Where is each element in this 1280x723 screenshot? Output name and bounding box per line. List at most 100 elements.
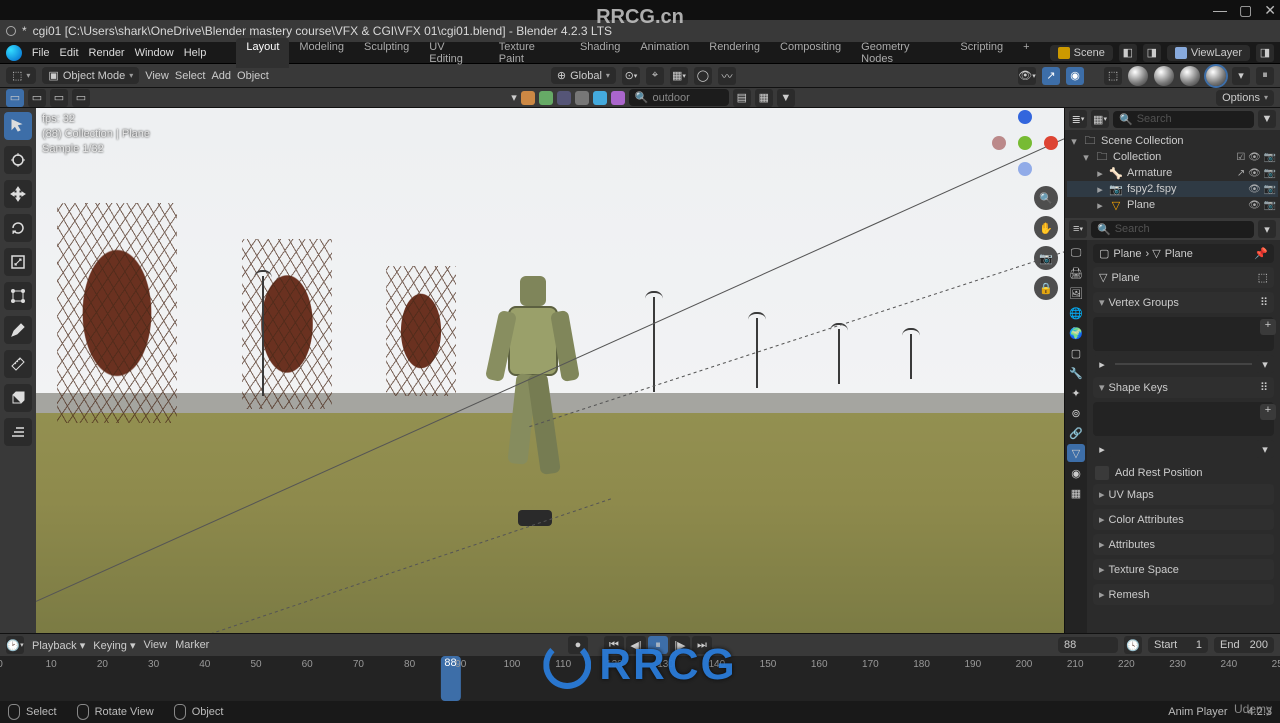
shape-keys-list[interactable]: + (1093, 402, 1274, 436)
orientation-selector[interactable]: ⊕ Global▾ (551, 67, 616, 84)
prop-tab-data[interactable]: ▽ (1067, 444, 1085, 462)
menu-help[interactable]: Help (184, 47, 207, 59)
timeline-playback-menu[interactable]: Playback ▾ (32, 639, 85, 652)
prop-tab-particles[interactable]: ✦ (1067, 384, 1085, 402)
tab-scripting[interactable]: Scripting (950, 38, 1013, 68)
menu-render[interactable]: Render (89, 47, 125, 59)
tool-add-cube[interactable] (4, 384, 32, 412)
viewlayer-new-button[interactable]: ◨ (1256, 44, 1274, 62)
outliner-filter[interactable]: ▼ (1258, 110, 1276, 128)
outliner-item-armature[interactable]: ▸🦴Armature ↗ 👁 📷 (1067, 165, 1278, 181)
prop-tab-material[interactable]: ◉ (1067, 464, 1085, 482)
overlay-toggle[interactable]: ◉ (1066, 67, 1084, 85)
timeline-type-selector[interactable]: 🕑▾ (6, 636, 24, 654)
timeline-keying-menu[interactable]: Keying ▾ (93, 639, 135, 652)
select-mode-2[interactable]: ▭ (28, 89, 46, 107)
minimize-icon[interactable]: — (1213, 2, 1227, 18)
app-close-dot[interactable] (6, 26, 16, 36)
gizmo-toggle[interactable]: ↗ (1042, 67, 1060, 85)
prop-tab-physics[interactable]: ⊚ (1067, 404, 1085, 422)
shading-wire[interactable] (1128, 66, 1148, 86)
data-name-field[interactable]: ▽ Plane⬚ (1093, 267, 1274, 288)
viewlayer-selector[interactable]: ViewLayer (1167, 45, 1250, 61)
tab-sculpting[interactable]: Sculpting (354, 38, 419, 68)
section-shape-keys[interactable]: ▾Shape Keys⠿ (1093, 377, 1274, 398)
proportional-selector[interactable]: 〰 (718, 67, 736, 85)
tab-texture-paint[interactable]: Texture Paint (489, 38, 570, 68)
maximize-icon[interactable]: ▢ (1239, 2, 1252, 19)
viewport-menu-view[interactable]: View (145, 70, 169, 82)
start-frame-field[interactable]: Start1 (1148, 637, 1208, 653)
shading-options[interactable]: ▾ (1232, 67, 1250, 85)
vertex-groups-list[interactable]: + (1093, 317, 1274, 351)
vg-menu[interactable]: ▾ (1256, 355, 1274, 373)
blender-icon[interactable] (6, 45, 22, 61)
tab-animation[interactable]: Animation (630, 38, 699, 68)
viewport-menu-object[interactable]: Object (237, 70, 269, 82)
axis-z-icon[interactable] (1018, 110, 1032, 124)
section-attributes[interactable]: ▸Attributes (1093, 534, 1274, 555)
pan-button[interactable]: ✋ (1034, 216, 1058, 240)
tab-layout[interactable]: Layout (236, 38, 289, 68)
select-mode-3[interactable]: ▭ (50, 89, 68, 107)
timeline-view-menu[interactable]: View (143, 639, 167, 651)
tab-geometry-nodes[interactable]: Geometry Nodes (851, 38, 950, 68)
tab-uv-editing[interactable]: UV Editing (419, 38, 489, 68)
zoom-button[interactable]: 🔍 (1034, 186, 1058, 210)
pivot-selector[interactable]: ⊙▾ (622, 67, 640, 85)
shading-solid[interactable] (1154, 66, 1174, 86)
prop-tab-modifier[interactable]: 🔧 (1067, 364, 1085, 382)
viewport-menu-select[interactable]: Select (175, 70, 206, 82)
section-color-attrs[interactable]: ▸Color Attributes (1093, 509, 1274, 530)
tool-scale[interactable] (4, 248, 32, 276)
select-mode-4[interactable]: ▭ (72, 89, 90, 107)
prop-tab-object[interactable]: ▢ (1067, 344, 1085, 362)
axis-x-icon[interactable] (1044, 136, 1058, 150)
select-mode-1[interactable]: ▭ (6, 89, 24, 107)
options-menu[interactable]: Options▾ (1216, 90, 1274, 106)
shading-rendered[interactable] (1206, 66, 1226, 86)
asset-cat-4[interactable] (575, 91, 589, 105)
props-options[interactable]: ▾ (1258, 220, 1276, 238)
asset-display-2[interactable]: ▦ (755, 89, 773, 107)
tab-shading[interactable]: Shading (570, 38, 630, 68)
asset-cat-1[interactable] (521, 91, 535, 105)
prop-tab-world[interactable]: 🌍 (1067, 324, 1085, 342)
viewport-menu-add[interactable]: Add (211, 70, 231, 82)
asset-cat-2[interactable] (539, 91, 553, 105)
scene-new-button[interactable]: ◨ (1143, 44, 1161, 62)
section-texture-space[interactable]: ▸Texture Space (1093, 559, 1274, 580)
sk-menu[interactable]: ▾ (1256, 440, 1274, 458)
camera-button[interactable]: 📷 (1034, 246, 1058, 270)
shading-matprev[interactable] (1180, 66, 1200, 86)
tool-shear[interactable] (4, 418, 32, 446)
end-frame-field[interactable]: End200 (1214, 637, 1274, 653)
menu-edit[interactable]: Edit (60, 47, 79, 59)
tool-transform[interactable] (4, 282, 32, 310)
prop-tab-constraint[interactable]: 🔗 (1067, 424, 1085, 442)
asset-display-1[interactable]: ▤ (733, 89, 751, 107)
tab-add-workspace[interactable]: + (1013, 38, 1039, 68)
menu-file[interactable]: File (32, 47, 50, 59)
tool-annotate[interactable] (4, 316, 32, 344)
section-vertex-groups[interactable]: ▾Vertex Groups⠿ (1093, 292, 1274, 313)
close-icon[interactable]: ✕ (1264, 2, 1276, 19)
sk-play[interactable]: ▸ (1093, 440, 1111, 458)
tool-rotate[interactable] (4, 214, 32, 242)
axis-y-icon[interactable] (1018, 136, 1032, 150)
current-frame-field[interactable]: 88 (1058, 637, 1118, 653)
asset-search[interactable]: 🔍 outdoor (629, 89, 729, 106)
nav-gizmo[interactable] (994, 114, 1054, 174)
outliner-item-plane[interactable]: ▸▽Plane 👁 📷 (1067, 197, 1278, 213)
tool-select-box[interactable] (4, 112, 32, 140)
add-shape-key-button[interactable]: + (1260, 404, 1276, 420)
tab-modeling[interactable]: Modeling (289, 38, 354, 68)
prop-tab-output[interactable]: 🖨 (1067, 264, 1085, 282)
section-uvmaps[interactable]: ▸UV Maps (1093, 484, 1274, 505)
scene-browse-button[interactable]: ◧ (1119, 44, 1137, 62)
tab-compositing[interactable]: Compositing (770, 38, 851, 68)
outliner-item-fspy[interactable]: ▸📷fspy2.fspy 👁 📷 (1067, 181, 1278, 197)
props-breadcrumb[interactable]: ▢ Plane › ▽ Plane 📌 (1093, 244, 1274, 263)
tool-cursor[interactable] (4, 146, 32, 174)
prop-tab-texture[interactable]: ▦ (1067, 484, 1085, 502)
